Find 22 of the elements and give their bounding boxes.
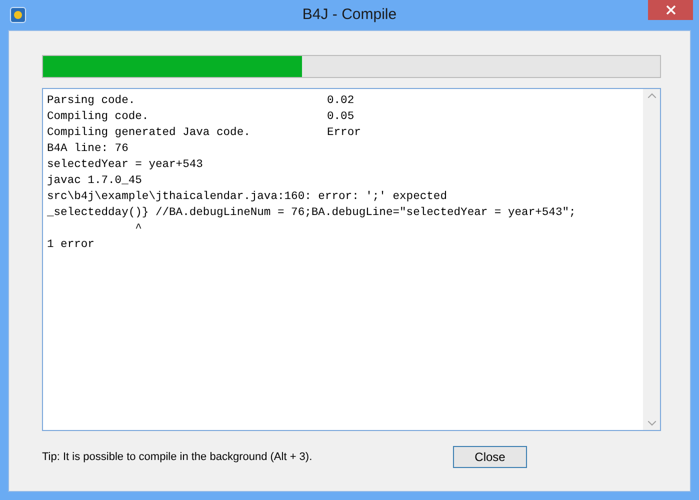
log-line: Compiling code. bbox=[47, 110, 150, 125]
log-line: 1 error bbox=[47, 238, 94, 253]
log-line: ^ bbox=[134, 222, 142, 237]
log-line: Compiling generated Java code. bbox=[47, 126, 252, 141]
log-time: 0.02 bbox=[327, 94, 354, 109]
log-time: Error bbox=[327, 126, 361, 141]
close-button[interactable] bbox=[648, 0, 693, 20]
scrollbar[interactable] bbox=[643, 89, 660, 430]
close-icon bbox=[666, 5, 676, 15]
log-line: src\b4j\example\jthaicalendar.java:160: error: ';' expected bbox=[47, 190, 447, 205]
close-dialog-button[interactable]: Close bbox=[453, 446, 527, 468]
scroll-up-icon bbox=[648, 93, 656, 98]
log-line: _selectedday()} //BA.debugLineNum = 76;BA.debugLine="selectedYear = year+543"; bbox=[47, 206, 576, 221]
app-icon bbox=[10, 7, 26, 23]
log-line: selectedYear = year+543 bbox=[47, 158, 203, 173]
window-title: B4J - Compile bbox=[301, 4, 398, 25]
log-time: 0.05 bbox=[327, 110, 354, 125]
log-line: javac 1.7.0_45 bbox=[47, 174, 142, 189]
log-line: Parsing code. bbox=[47, 94, 136, 109]
scroll-down-icon bbox=[648, 421, 656, 426]
tip-text: Tip: It is possible to compile in the background (Alt + 3). bbox=[42, 450, 314, 465]
log-line: B4A line: 76 bbox=[47, 142, 128, 157]
